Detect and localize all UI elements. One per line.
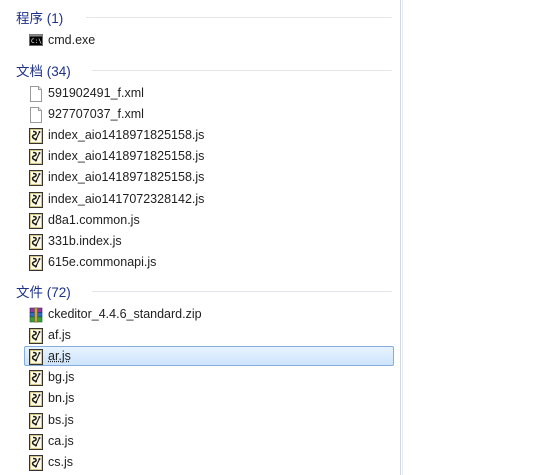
result-item-bs-js[interactable]: bs.js — [24, 410, 394, 430]
cmd-exe-icon: C:\ — [29, 33, 43, 49]
xml-file-icon — [29, 107, 43, 123]
zip-archive-icon — [29, 307, 43, 323]
svg-text:C:\: C:\ — [31, 38, 42, 45]
result-item-label: index_aio1418971825158.js — [48, 170, 205, 184]
result-item-bn-js[interactable]: bn.js — [24, 388, 394, 408]
group-header[interactable]: 程序 (1) — [0, 4, 400, 26]
js-file-icon — [29, 255, 43, 271]
js-file-icon — [29, 391, 43, 407]
result-item-cmd-exe[interactable]: C:\ cmd.exe — [24, 30, 394, 50]
js-file-icon — [29, 434, 43, 450]
result-item-label: bn.js — [48, 391, 75, 405]
result-item-cs-js[interactable]: cs.js — [24, 452, 394, 472]
group-header[interactable]: 文件 (72) — [0, 278, 400, 300]
result-item-label: 591902491_f.xml — [48, 86, 144, 100]
result-item-label: cmd.exe — [48, 33, 96, 47]
js-file-icon — [29, 413, 43, 429]
js-file-icon — [29, 328, 43, 344]
js-file-icon — [29, 128, 43, 144]
result-item-label: bs.js — [48, 413, 74, 427]
result-item-label: bg.js — [48, 370, 75, 384]
panel-divider-shadow — [402, 0, 403, 475]
result-item-label: 331b.index.js — [48, 234, 122, 248]
js-file-icon — [29, 213, 43, 229]
result-item-index-aio1418971825158-js[interactable]: index_aio1418971825158.js — [24, 146, 394, 166]
xml-file-icon — [29, 86, 43, 102]
result-item-label: ar.js — [48, 349, 71, 363]
result-item-ar-js[interactable]: ar.js — [24, 346, 394, 366]
result-item-index-aio1417072328142-js[interactable]: index_aio1417072328142.js — [24, 189, 394, 209]
result-item-label: d8a1.common.js — [48, 213, 140, 227]
js-file-icon — [29, 170, 43, 186]
js-file-icon — [29, 349, 43, 365]
result-item-label: 927707037_f.xml — [48, 107, 144, 121]
result-item-index-aio1418971825158-js[interactable]: index_aio1418971825158.js — [24, 125, 394, 145]
result-item-d8a1-common-js[interactable]: d8a1.common.js — [24, 210, 394, 230]
js-file-icon — [29, 192, 43, 208]
result-item-331b-index-js[interactable]: 331b.index.js — [24, 231, 394, 251]
group-title: 文件 (72) — [16, 285, 71, 300]
group-header[interactable]: 文档 (34) — [0, 57, 400, 79]
group-divider-line — [86, 17, 392, 18]
result-item-index-aio1418971825158-js[interactable]: index_aio1418971825158.js — [24, 167, 394, 187]
group-divider-line — [92, 291, 392, 292]
result-item-615e-commonapi-js[interactable]: 615e.commonapi.js — [24, 252, 394, 272]
js-file-icon — [29, 234, 43, 250]
result-item-label: 615e.commonapi.js — [48, 255, 157, 269]
group-title: 程序 (1) — [16, 11, 64, 26]
result-item-label: index_aio1418971825158.js — [48, 149, 205, 163]
result-item-label: index_aio1417072328142.js — [48, 192, 205, 206]
result-item-label: ca.js — [48, 434, 74, 448]
result-item-label: index_aio1418971825158.js — [48, 128, 205, 142]
js-file-icon — [29, 370, 43, 386]
panel-divider — [400, 0, 401, 475]
result-item-bg-js[interactable]: bg.js — [24, 367, 394, 387]
result-item-label: af.js — [48, 328, 71, 342]
js-file-icon — [29, 149, 43, 165]
result-item-ckeditor-4-4-6-standard-zip[interactable]: ckeditor_4.4.6_standard.zip — [24, 304, 394, 324]
js-file-icon — [29, 455, 43, 471]
result-item-label: ckeditor_4.4.6_standard.zip — [48, 307, 202, 321]
result-item-af-js[interactable]: af.js — [24, 325, 394, 345]
result-item-591902491-f-xml[interactable]: 591902491_f.xml — [24, 83, 394, 103]
result-item-label: cs.js — [48, 455, 73, 469]
result-item-ca-js[interactable]: ca.js — [24, 431, 394, 451]
group-divider-line — [92, 70, 392, 71]
search-results-panel: 程序 (1) C:\ cmd.exe 文档 (34) 591902491_f.xml 92… — [0, 0, 400, 475]
result-item-927707037-f-xml[interactable]: 927707037_f.xml — [24, 104, 394, 124]
group-title: 文档 (34) — [16, 64, 71, 79]
